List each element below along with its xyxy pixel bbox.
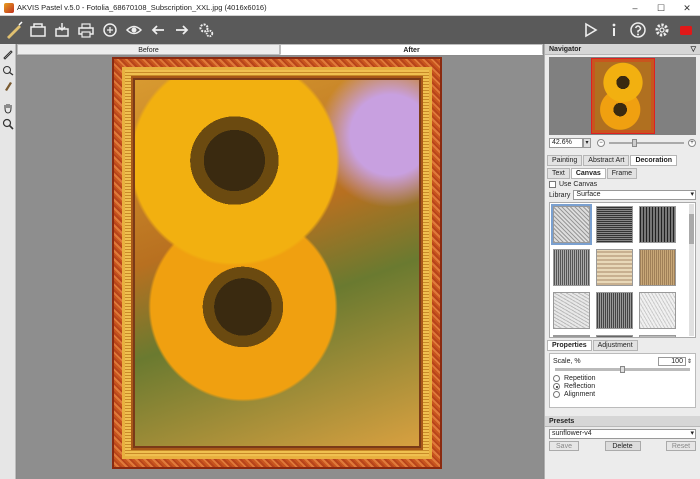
presets-header: Presets bbox=[545, 416, 700, 427]
effect-tabs: Painting Abstract Art Decoration bbox=[547, 155, 698, 166]
tab-painting[interactable]: Painting bbox=[547, 155, 583, 166]
reflection-radio[interactable] bbox=[553, 383, 560, 390]
share-icon[interactable] bbox=[98, 18, 122, 42]
close-button[interactable]: ✕ bbox=[674, 0, 700, 16]
alignment-radio[interactable] bbox=[553, 391, 560, 398]
texture-thumb[interactable] bbox=[553, 249, 590, 286]
texture-thumb[interactable] bbox=[553, 292, 590, 329]
presets-title: Presets bbox=[549, 418, 575, 425]
library-row: Library Surface bbox=[549, 190, 696, 200]
texture-thumb[interactable] bbox=[596, 206, 633, 243]
navigator-thumbnail[interactable] bbox=[590, 58, 655, 134]
hand-tool-icon[interactable] bbox=[0, 100, 16, 116]
decorative-frame bbox=[112, 57, 442, 469]
zoom-out-button[interactable]: − bbox=[597, 139, 605, 147]
print-icon[interactable] bbox=[74, 18, 98, 42]
texture-thumb[interactable] bbox=[639, 292, 676, 329]
minimize-button[interactable]: – bbox=[622, 0, 648, 16]
info-icon[interactable] bbox=[602, 18, 626, 42]
zoom-in-button[interactable]: + bbox=[688, 139, 696, 147]
open-file-icon[interactable] bbox=[26, 18, 50, 42]
zoom-slider[interactable] bbox=[609, 139, 684, 147]
main-toolbar bbox=[0, 16, 700, 44]
decoration-subtabs: Text Canvas Frame bbox=[547, 168, 698, 179]
tab-canvas[interactable]: Canvas bbox=[570, 168, 606, 179]
texture-thumb[interactable] bbox=[596, 335, 633, 337]
maximize-button[interactable]: ☐ bbox=[648, 0, 674, 16]
brush-logo-icon bbox=[2, 18, 26, 42]
preset-select[interactable]: sunflower-v4 bbox=[549, 429, 696, 439]
image-canvas[interactable] bbox=[17, 56, 543, 479]
library-label: Library bbox=[549, 191, 571, 199]
save-preset-button[interactable]: Save bbox=[549, 441, 579, 451]
reset-preset-button[interactable]: Reset bbox=[666, 441, 696, 451]
tab-before[interactable]: Before bbox=[17, 44, 280, 55]
scale-slider[interactable] bbox=[555, 366, 690, 373]
window-title: AKVIS Pastel v.5.0 - Fotolia_68670108_Su… bbox=[17, 3, 267, 12]
use-canvas-label: Use Canvas bbox=[559, 181, 598, 188]
texture-thumb[interactable] bbox=[639, 335, 676, 337]
texture-thumb[interactable] bbox=[596, 292, 633, 329]
properties-panel: Scale, % 100 ⇕ Repetition Reflection Ali… bbox=[549, 353, 696, 408]
tab-frame[interactable]: Frame bbox=[606, 168, 637, 179]
settings-gear-icon[interactable] bbox=[650, 18, 674, 42]
texture-thumb[interactable] bbox=[596, 249, 633, 286]
tab-abstract-art[interactable]: Abstract Art bbox=[583, 155, 630, 166]
zoom-dropdown-icon[interactable]: ▾ bbox=[583, 138, 591, 148]
collapse-chevron-icon[interactable]: ▽ bbox=[691, 44, 696, 55]
texture-thumb[interactable] bbox=[639, 206, 676, 243]
reflection-label: Reflection bbox=[564, 383, 596, 390]
batch-gears-icon[interactable] bbox=[194, 18, 218, 42]
save-file-icon[interactable] bbox=[50, 18, 74, 42]
alignment-label: Alignment bbox=[564, 391, 596, 398]
texture-thumb[interactable] bbox=[553, 335, 590, 337]
preview-icon[interactable] bbox=[122, 18, 146, 42]
navigator-title: Navigator bbox=[549, 46, 582, 53]
repetition-radio[interactable] bbox=[553, 375, 560, 382]
brush-tool-icon[interactable] bbox=[0, 78, 16, 94]
texture-thumb[interactable] bbox=[639, 249, 676, 286]
navigator-header: Navigator ▽ bbox=[545, 44, 700, 55]
help-icon[interactable] bbox=[626, 18, 650, 42]
preset-buttons: Save Delete Reset bbox=[549, 441, 696, 451]
run-play-icon[interactable] bbox=[578, 18, 602, 42]
app-logo-icon bbox=[4, 2, 14, 13]
tab-after[interactable]: After bbox=[280, 44, 543, 55]
redo-icon[interactable] bbox=[170, 18, 194, 42]
tab-adjustment[interactable]: Adjustment bbox=[592, 340, 638, 351]
tab-text[interactable]: Text bbox=[547, 168, 570, 179]
use-canvas-checkbox[interactable] bbox=[549, 181, 556, 188]
scale-spinner-icon[interactable]: ⇕ bbox=[687, 358, 692, 365]
texture-grid bbox=[549, 202, 696, 338]
library-select[interactable]: Surface bbox=[573, 190, 696, 200]
stop-record-icon[interactable] bbox=[674, 18, 698, 42]
properties-tabs: Properties Adjustment bbox=[547, 340, 698, 351]
repetition-label: Repetition bbox=[564, 375, 596, 382]
left-toolbar bbox=[0, 44, 16, 479]
settings-panel: Navigator ▽ 42.6% ▾ − + Painting Abstrac… bbox=[544, 44, 700, 479]
scale-input[interactable]: 100 bbox=[657, 356, 686, 366]
texture-scrollbar[interactable] bbox=[689, 204, 694, 336]
scale-label: Scale, % bbox=[553, 357, 581, 365]
texture-thumb[interactable] bbox=[551, 204, 592, 245]
title-bar: AKVIS Pastel v.5.0 - Fotolia_68670108_Su… bbox=[0, 0, 700, 16]
tab-properties[interactable]: Properties bbox=[547, 340, 592, 351]
view-tabs: Before After bbox=[17, 44, 543, 55]
smudge-tool-icon[interactable] bbox=[0, 62, 16, 78]
use-canvas-row: Use Canvas bbox=[549, 181, 696, 188]
pencil-tool-icon[interactable] bbox=[0, 46, 16, 62]
zoom-input[interactable]: 42.6% bbox=[549, 138, 583, 148]
navigator-preview[interactable] bbox=[549, 57, 696, 135]
undo-icon[interactable] bbox=[146, 18, 170, 42]
pastel-sunflower-image bbox=[135, 80, 419, 446]
tab-decoration[interactable]: Decoration bbox=[630, 155, 678, 166]
zoom-tool-icon[interactable] bbox=[0, 116, 16, 132]
delete-preset-button[interactable]: Delete bbox=[604, 441, 641, 451]
zoom-controls: 42.6% ▾ − + bbox=[549, 137, 696, 149]
